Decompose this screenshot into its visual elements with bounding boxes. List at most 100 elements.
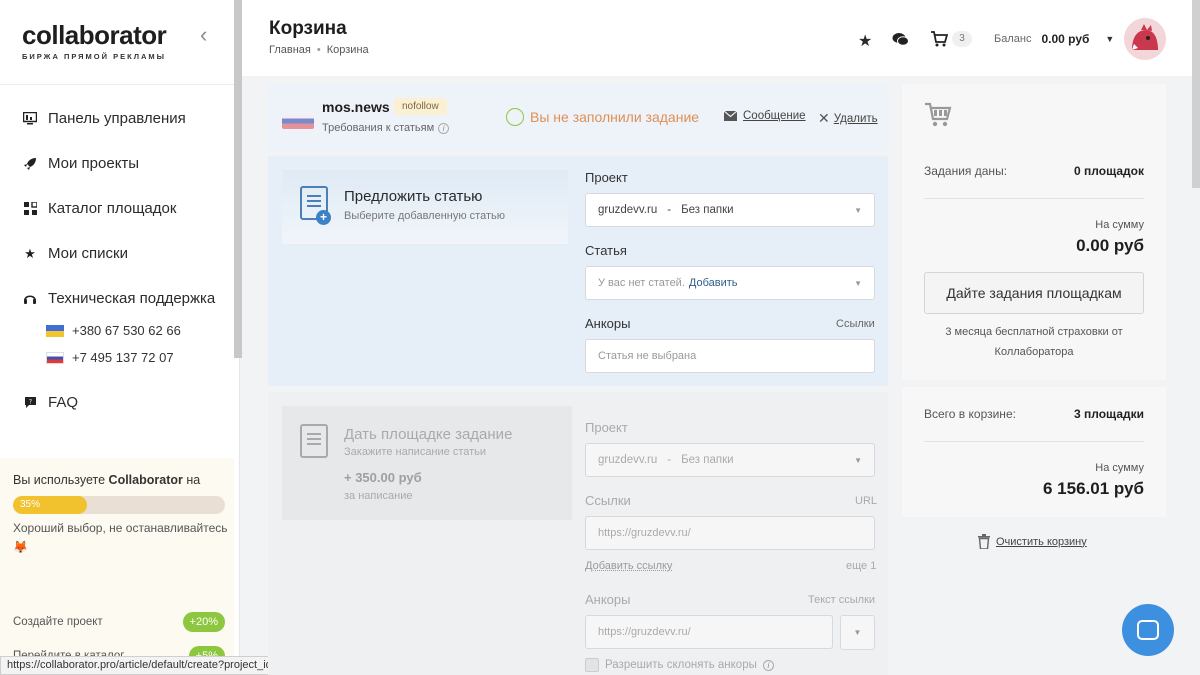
breadcrumb-current: Корзина bbox=[326, 44, 369, 56]
envelope-icon bbox=[724, 111, 737, 121]
breadcrumb-separator: • bbox=[316, 44, 321, 56]
sidebar-item-lists[interactable]: ★ Мои списки bbox=[22, 245, 128, 262]
sidebar-item-label: Панель управления bbox=[48, 110, 186, 127]
promo-title-suffix: на bbox=[186, 473, 201, 487]
svg-text:?: ? bbox=[28, 399, 31, 406]
links-label: Ссылки bbox=[836, 318, 875, 330]
requirements-link[interactable]: Требования к статьям i bbox=[322, 122, 450, 134]
delete-link[interactable]: ✕ Удалить bbox=[818, 110, 878, 127]
sidebar-item-faq[interactable]: ? FAQ bbox=[22, 394, 78, 411]
add-article-link[interactable]: Добавить bbox=[689, 277, 738, 289]
promo-task-label: Создайте проект bbox=[13, 616, 103, 628]
cart-icon bbox=[924, 102, 952, 135]
balance-value: 0.00 руб bbox=[1041, 32, 1090, 46]
logo[interactable]: collaborator БИРЖА ПРЯМОЙ РЕКЛАМЫ bbox=[22, 20, 167, 61]
project-select[interactable]: gruzdevv.ru - Без папки ▼ bbox=[585, 443, 875, 477]
article-label: Статья bbox=[585, 243, 627, 258]
progress-fill: 35% bbox=[13, 496, 88, 514]
sum-label: На сумму bbox=[1095, 219, 1144, 231]
sidebar: collaborator БИРЖА ПРЯМОЙ РЕКЛАМЫ ‹ Пане… bbox=[0, 0, 242, 675]
logo-tagline: БИРЖА ПРЯМОЙ РЕКЛАМЫ bbox=[22, 52, 166, 61]
balance-dropdown[interactable]: Баланс 0.00 руб ▼ bbox=[994, 32, 1114, 46]
allow-inflect-checkbox[interactable]: Разрешить склонять анкоры i bbox=[585, 658, 774, 672]
clear-cart-link[interactable]: Очистить корзину bbox=[978, 534, 1087, 549]
offer-article-title: Предложить статью bbox=[344, 188, 483, 205]
support-chat-button[interactable] bbox=[1122, 604, 1174, 656]
clear-cart-label: Очистить корзину bbox=[996, 535, 1087, 548]
dashboard-icon bbox=[22, 111, 38, 127]
collapse-sidebar-icon[interactable]: ‹ bbox=[200, 22, 207, 48]
message-link[interactable]: Сообщение bbox=[724, 110, 806, 122]
promo-title-brand: Collaborator bbox=[108, 473, 183, 487]
give-task-subtitle: Закажите написание статьи bbox=[344, 446, 487, 458]
article-select[interactable]: У вас нет статей. Добавить ▼ bbox=[585, 266, 875, 300]
offer-article-option[interactable]: + Предложить статью Выберите добавленную… bbox=[282, 170, 568, 244]
separator: - bbox=[667, 204, 672, 216]
tasks-given-label: Задания даны: bbox=[924, 164, 1008, 178]
total-sum-value: 6 156.01 руб bbox=[1042, 479, 1144, 498]
rocket-icon bbox=[22, 156, 38, 172]
chevron-down-icon: ▼ bbox=[1105, 34, 1115, 44]
anchor-dropdown-button[interactable]: ▼ bbox=[840, 615, 875, 650]
promo-hint: Хороший выбор, не останавливайтесь bbox=[13, 521, 228, 535]
link-url-placeholder: https://gruzdevv.ru/ bbox=[598, 527, 691, 539]
promo-task-row[interactable]: Создайте проект +20% bbox=[13, 612, 225, 632]
avatar[interactable] bbox=[1124, 18, 1166, 60]
sidebar-item-projects[interactable]: Мои проекты bbox=[22, 155, 139, 172]
sidebar-item-catalog[interactable]: Каталог площадок bbox=[22, 200, 176, 217]
article-placeholder: У вас нет статей. bbox=[598, 277, 685, 289]
allow-inflect-label: Разрешить склонять анкоры bbox=[605, 659, 757, 671]
phone-ru[interactable]: +7 495 137 72 07 bbox=[46, 350, 174, 365]
project-folder: Без папки bbox=[681, 454, 734, 466]
favorites-star-icon[interactable]: ★ bbox=[858, 31, 872, 51]
breadcrumb: Главная • Корзина bbox=[269, 44, 369, 56]
breadcrumb-home[interactable]: Главная bbox=[269, 44, 311, 56]
message-link-label: Сообщение bbox=[743, 110, 806, 122]
sidebar-scrollbar[interactable] bbox=[234, 0, 242, 358]
divider bbox=[924, 441, 1144, 442]
give-task-price-note: за написание bbox=[344, 490, 413, 502]
anchor-input[interactable]: https://gruzdevv.ru/ bbox=[585, 615, 833, 649]
logo-brand: collaborator bbox=[22, 20, 167, 50]
task-warning: Вы не заполнили задание bbox=[506, 108, 699, 126]
project-label: Проект bbox=[585, 420, 628, 435]
close-icon: ✕ bbox=[818, 110, 830, 126]
sidebar-item-support[interactable]: Техническая поддержка bbox=[22, 290, 215, 307]
sidebar-item-dashboard[interactable]: Панель управления bbox=[22, 110, 186, 127]
info-icon[interactable]: i bbox=[438, 122, 450, 134]
page-scrollbar[interactable] bbox=[1192, 0, 1200, 188]
project-value: gruzdevv.ru bbox=[598, 204, 658, 216]
links-label: Ссылки bbox=[585, 493, 631, 508]
document-edit-icon bbox=[300, 424, 328, 458]
tasks-given-row: Задания даны: 0 площадок bbox=[924, 164, 1144, 178]
site-name[interactable]: mos.news bbox=[322, 99, 390, 115]
project-value: gruzdevv.ru bbox=[598, 454, 658, 466]
checkbox-box[interactable] bbox=[585, 658, 599, 672]
cart-item-header: mos.news nofollow Требования к статьям i… bbox=[268, 84, 888, 152]
offer-article-subtitle: Выберите добавленную статью bbox=[344, 210, 505, 222]
cart-icon[interactable] bbox=[930, 31, 949, 52]
promo-title: Вы используете Collaborator на bbox=[13, 473, 200, 487]
info-icon[interactable]: i bbox=[762, 659, 774, 671]
anchors-input[interactable]: Статья не выбрана bbox=[585, 339, 875, 373]
delete-link-label: Удалить bbox=[833, 112, 878, 125]
divider bbox=[924, 198, 1144, 199]
sidebar-item-label: Мои проекты bbox=[48, 155, 140, 172]
give-task-option[interactable]: Дать площадке задание Закажите написание… bbox=[282, 406, 572, 520]
link-url-input[interactable]: https://gruzdevv.ru/ bbox=[585, 516, 875, 550]
sum-value: 0.00 руб bbox=[1076, 236, 1144, 255]
avatar-emoji-icon: 🦊 bbox=[13, 540, 28, 554]
project-label: Проект bbox=[585, 170, 628, 185]
phone-ua[interactable]: +380 67 530 62 66 bbox=[46, 323, 181, 338]
sidebar-item-label: Техническая поддержка bbox=[48, 290, 216, 307]
project-select[interactable]: gruzdevv.ru - Без папки ▼ bbox=[585, 193, 875, 227]
ukraine-flag-icon bbox=[46, 324, 64, 337]
chat-icon[interactable] bbox=[892, 32, 909, 52]
add-link-button[interactable]: Добавить ссылку bbox=[585, 560, 672, 572]
give-tasks-button[interactable]: Дайте задания площадкам bbox=[924, 272, 1144, 314]
sidebar-item-label: FAQ bbox=[48, 394, 79, 411]
sidebar-item-label: Каталог площадок bbox=[48, 200, 177, 217]
anchors-label: Анкоры bbox=[585, 592, 631, 607]
sidebar-item-label: Мои списки bbox=[48, 245, 128, 262]
cart-total-panel: Всего в корзине: 3 площадки На сумму 6 1… bbox=[902, 387, 1166, 517]
